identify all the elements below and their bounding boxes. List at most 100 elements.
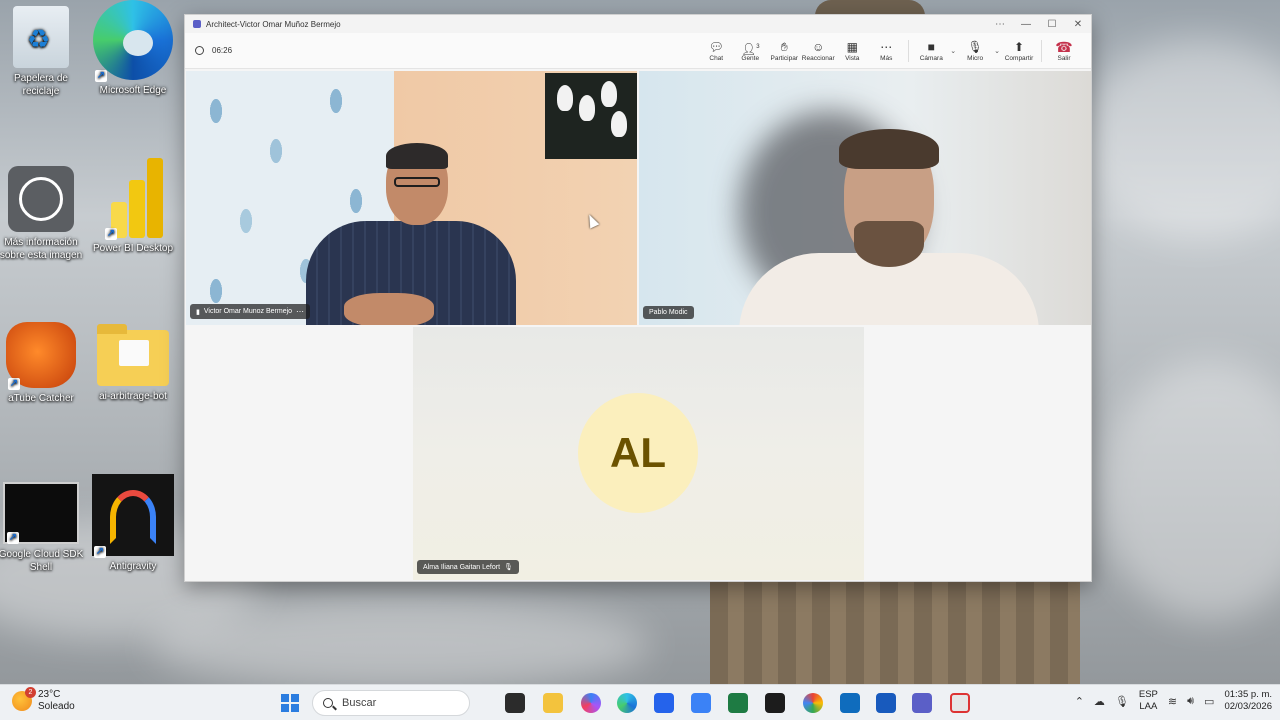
terminal-icon: ↗ [3, 482, 79, 544]
taskbar-chrome-icon[interactable] [803, 693, 823, 713]
start-windows-icon[interactable] [281, 694, 299, 712]
camera-button[interactable]: ■ Cámara [914, 40, 948, 62]
wifi-icon[interactable]: ≋ [1168, 695, 1177, 708]
hang-up-icon: ☎ [1055, 38, 1073, 55]
clock-time: 01:35 p. m. [1224, 689, 1272, 700]
taskbar-copilot-icon[interactable] [581, 693, 601, 713]
wall-painting [545, 73, 637, 159]
video-tile-pablo[interactable]: Pablo Modic [639, 71, 1091, 325]
video-tile-victor[interactable]: ▮ Victor Omar Munoz Bermejo ⋯ [186, 71, 637, 325]
shortcut-arrow-icon: ↗ [8, 378, 20, 390]
video-camera-icon: ■ [927, 39, 935, 54]
folder-icon [97, 324, 169, 386]
video-tile-alma[interactable]: AL Alma Iliana Gaitan Lefort 🎙︎ [413, 327, 864, 580]
shortcut-arrow-icon: ↗ [105, 228, 117, 240]
desktop-icon-google-cloud-sdk[interactable]: ↗ Google Cloud SDK Shell [0, 482, 86, 574]
desktop-icon-ai-arbitrage-bot[interactable]: ai-arbitrage-bot [88, 324, 178, 403]
search-placeholder: Buscar [342, 697, 377, 709]
participant-video-hands [344, 293, 434, 325]
toolbar-divider [908, 39, 910, 62]
language-code: ESP [1138, 689, 1158, 700]
desktop-icon-power-bi[interactable]: ↗ Power BI Desktop [88, 158, 178, 255]
mic-muted-icon: 🎙︎ [504, 564, 513, 571]
more-button[interactable]: ⋯ Más [869, 40, 903, 62]
chat-button[interactable]: 💬︎ Chat [699, 40, 733, 62]
taskbar-teams-icon[interactable] [912, 693, 932, 713]
meeting-timer-text: 06:26 [212, 46, 233, 55]
desktop-icon-antigravity[interactable]: ↗ Antigravity [88, 474, 178, 573]
leave-button[interactable]: ☎ Salir [1047, 40, 1081, 62]
taskbar-search-input[interactable]: Buscar [312, 690, 470, 716]
mic-options-chevron-icon[interactable]: ⌄ [994, 47, 1000, 55]
weather-badge: 2 [25, 687, 36, 698]
shield-icon [195, 46, 204, 55]
participant-avatar: AL [578, 393, 698, 513]
hand-icon: ✋︎ [780, 39, 788, 54]
people-button[interactable]: 👤︎3 Gente [733, 40, 767, 62]
taskbar-word-icon[interactable] [876, 693, 896, 713]
shortcut-arrow-icon: ↗ [7, 532, 19, 544]
fist-icon: ↗ [6, 322, 76, 390]
participant-video-beard [854, 221, 924, 267]
desktop-icon-recycle-bin[interactable]: ♻ Papelera de reciclaje [0, 6, 86, 98]
desktop-icon-edge[interactable]: ↗ Microsoft Edge [88, 0, 178, 97]
taskbar-edge-icon[interactable] [617, 693, 637, 713]
chevron-up-icon[interactable]: ⌃ [1075, 695, 1084, 708]
more-options-icon[interactable]: ⋯ [987, 19, 1013, 30]
taskbar-outlook-icon[interactable] [840, 693, 860, 713]
participant-name: Alma Iliana Gaitan Lefort [423, 563, 501, 571]
statue-monolith [710, 580, 1080, 684]
microphone-icon: 🎙︎ [967, 39, 983, 54]
clock-date: 02/03/2026 [1224, 701, 1272, 712]
meeting-toolbar: 06:26 💬︎ Chat 👤︎3 Gente ✋︎ Participar ☺ … [185, 33, 1091, 69]
shortcut-arrow-icon: ↗ [94, 546, 106, 558]
taskbar-app-icon[interactable] [765, 693, 785, 713]
taskbar-powershell-icon[interactable] [691, 693, 711, 713]
share-screen-icon: ⬆ [1013, 39, 1025, 54]
minimize-icon[interactable]: — [1013, 19, 1039, 30]
recycle-bin-icon: ♻ [13, 6, 69, 68]
taskbar-file-explorer-icon[interactable] [543, 693, 563, 713]
participant-name-tag: Alma Iliana Gaitan Lefort 🎙︎ [417, 560, 519, 574]
sun-icon: 2 [12, 687, 36, 711]
participant-name: Pablo Modic [649, 309, 688, 316]
cloud-offline-icon[interactable]: ☁ [1094, 695, 1105, 708]
taskbar: 2 23°C Soleado Buscar ⌃ ☁ 🎙︎ ESP LAA ≋ 🔊… [0, 684, 1280, 720]
mic-button[interactable]: 🎙︎ Micro [958, 40, 992, 62]
taskbar-task-view-icon[interactable] [505, 693, 525, 713]
more-icon: ⋯ [880, 39, 893, 54]
taskbar-clock[interactable]: 01:35 p. m. 02/03/2026 [1224, 689, 1272, 713]
participant-name: Victor Omar Munoz Bermejo [203, 308, 293, 315]
volume-icon[interactable]: 🔊︎ [1187, 695, 1194, 708]
grid-view-icon: ▦ [846, 39, 858, 54]
window-title: Architect-Victor Omar Muñoz Bermejo [206, 19, 341, 29]
battery-icon[interactable]: ▭ [1204, 695, 1214, 708]
share-button[interactable]: ⬆ Compartir [1002, 40, 1036, 62]
weather-temperature: 23°C [38, 689, 61, 700]
camera-options-chevron-icon[interactable]: ⌄ [950, 47, 956, 55]
signal-bars-icon: ▮ [196, 308, 200, 316]
taskbar-excel-icon[interactable] [728, 693, 748, 713]
raise-hand-button[interactable]: ✋︎ Participar [767, 40, 801, 62]
participant-video-hair [839, 129, 939, 169]
language-indicator[interactable]: ESP LAA [1139, 689, 1158, 713]
keyboard-layout: LAA [1139, 701, 1158, 712]
microphone-icon[interactable]: 🎙︎ [1115, 695, 1129, 708]
search-icon [323, 698, 333, 708]
maximize-icon[interactable]: ☐ [1039, 19, 1065, 30]
shortcut-arrow-icon: ↗ [95, 70, 107, 82]
taskbar-store-icon[interactable] [654, 693, 674, 713]
people-count: 3 [756, 43, 760, 50]
window-titlebar: Architect-Victor Omar Muñoz Bermejo ⋯ — … [185, 15, 1091, 33]
desktop-icon-image-info[interactable]: Más información sobre esta imagen [0, 166, 86, 262]
taskbar-snipping-tool-icon[interactable] [950, 693, 970, 713]
desktop-icon-atube-catcher[interactable]: ↗ aTube Catcher [0, 322, 86, 405]
participant-more-icon[interactable]: ⋯ [296, 307, 304, 316]
close-icon[interactable]: ✕ [1065, 19, 1091, 30]
weather-widget[interactable]: 2 23°C Soleado [12, 687, 75, 713]
teams-app-icon [193, 20, 201, 28]
smiley-icon: ☺ [812, 39, 825, 54]
react-button[interactable]: ☺ Reaccionar [801, 40, 835, 62]
participant-video-hair [386, 143, 448, 169]
view-button[interactable]: ▦ Vista [835, 40, 869, 62]
